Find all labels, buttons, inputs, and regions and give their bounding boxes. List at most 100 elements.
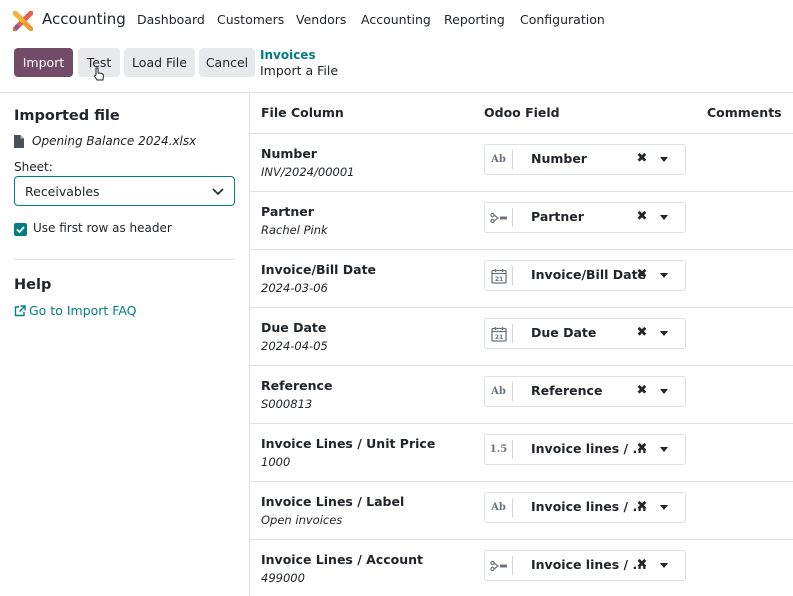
field-separator (512, 324, 513, 343)
odoo-field-select[interactable]: 1.5 Invoice lines / ... ✖ (484, 434, 686, 465)
float-icon: 1.5 (485, 435, 512, 464)
clear-icon[interactable]: ✖ (636, 499, 648, 514)
file-column-sample: S000813 (261, 397, 313, 411)
file-column-sample: Rachel Pink (261, 223, 328, 237)
field-separator (512, 150, 513, 169)
clear-icon[interactable]: ✖ (636, 325, 648, 340)
row-divider (250, 481, 793, 482)
odoo-field-label: Number (531, 151, 587, 166)
caret-down-icon[interactable] (660, 563, 668, 568)
caret-down-icon[interactable] (660, 331, 668, 336)
file-column-sample: 2024-03-06 (261, 281, 328, 295)
clear-icon[interactable]: ✖ (636, 383, 648, 398)
caret-down-icon[interactable] (660, 273, 668, 278)
breadcrumb-invoices[interactable]: Invoices (260, 48, 316, 62)
file-column-sample: 499000 (261, 571, 305, 585)
col-header-file-column: File Column (261, 105, 344, 120)
field-type-glyph: Ab (491, 154, 506, 165)
odoo-field-select[interactable]: Ab Reference ✖ (484, 376, 686, 407)
file-column-sample: 2024-04-05 (261, 339, 328, 353)
import-button[interactable]: Import (14, 48, 73, 77)
odoo-field-select[interactable]: 21 Invoice/Bill Date ✖ (484, 260, 686, 291)
odoo-field-label: Invoice lines / ... (531, 499, 647, 514)
use-header-label[interactable]: Use first row as header (33, 221, 172, 235)
menu-accounting[interactable]: Accounting (361, 12, 431, 27)
menu-customers[interactable]: Customers (217, 12, 284, 27)
relation-icon (485, 203, 512, 232)
sidebar-divider (249, 92, 250, 596)
use-header-checkbox[interactable] (14, 223, 27, 236)
odoo-field-label: Reference (531, 383, 603, 398)
calendar-icon: 21 (485, 261, 512, 290)
field-separator (512, 498, 513, 517)
menu-reporting[interactable]: Reporting (444, 12, 505, 27)
app-name[interactable]: Accounting (42, 10, 126, 28)
field-separator (512, 440, 513, 459)
relation-icon (485, 551, 512, 580)
caret-down-icon[interactable] (660, 447, 668, 452)
field-type-glyph: 1.5 (489, 444, 508, 455)
external-link-icon (14, 304, 26, 316)
field-type-glyph: Ab (491, 502, 506, 513)
sheet-select-value: Receivables (25, 184, 100, 199)
odoo-field-label: Invoice/Bill Date (531, 267, 647, 282)
menu-configuration[interactable]: Configuration (520, 12, 605, 27)
caret-down-icon[interactable] (660, 505, 668, 510)
load-file-button[interactable]: Load File (124, 48, 195, 77)
odoo-field-select[interactable]: Invoice lines / ... ✖ (484, 550, 686, 581)
text-ab-icon: Ab (485, 145, 512, 174)
row-divider (250, 307, 793, 308)
caret-down-icon[interactable] (660, 389, 668, 394)
caret-down-icon[interactable] (660, 157, 668, 162)
file-column-name: Partner (261, 204, 314, 219)
file-column-sample: 1000 (261, 455, 291, 469)
file-column-name: Reference (261, 378, 333, 393)
col-header-comments: Comments (707, 105, 782, 120)
clear-icon[interactable]: ✖ (636, 267, 648, 282)
row-divider (250, 191, 793, 192)
menu-dashboard[interactable]: Dashboard (137, 12, 205, 27)
calendar-day-text: 21 (494, 334, 502, 341)
cancel-button[interactable]: Cancel (199, 48, 255, 77)
odoo-field-select[interactable]: Ab Number ✖ (484, 144, 686, 175)
field-separator (512, 266, 513, 285)
odoo-field-label: Invoice lines / ... (531, 557, 647, 572)
header-divider (0, 92, 793, 93)
clear-icon[interactable]: ✖ (636, 209, 648, 224)
row-divider (250, 365, 793, 366)
file-column-name: Invoice Lines / Account (261, 552, 423, 567)
caret-down-icon[interactable] (660, 215, 668, 220)
menu-vendors[interactable]: Vendors (296, 12, 346, 27)
col-header-odoo-field: Odoo Field (484, 105, 560, 120)
file-column-name: Number (261, 146, 317, 161)
table-header-divider (250, 133, 793, 134)
sheet-label: Sheet: (14, 160, 53, 174)
file-column-name: Invoice Lines / Unit Price (261, 436, 436, 451)
clear-icon[interactable]: ✖ (636, 557, 648, 572)
row-divider (250, 539, 793, 540)
file-column-name: Due Date (261, 320, 327, 335)
top-navbar: Accounting Dashboard Customers Vendors A… (0, 0, 793, 40)
sidebar-section-divider (14, 259, 235, 260)
odoo-field-label: Due Date (531, 325, 597, 340)
help-title: Help (14, 277, 52, 293)
field-separator (512, 208, 513, 227)
field-type-glyph: Ab (491, 386, 506, 397)
odoo-field-select[interactable]: Ab Invoice lines / ... ✖ (484, 492, 686, 523)
breadcrumb-current: Import a File (260, 63, 339, 78)
sheet-select[interactable]: Receivables (14, 176, 235, 206)
text-ab-icon: Ab (485, 493, 512, 522)
calendar-icon: 21 (485, 319, 512, 348)
imported-file-name: Opening Balance 2024.xlsx (32, 134, 197, 148)
field-separator (512, 382, 513, 401)
clear-icon[interactable]: ✖ (636, 151, 648, 166)
odoo-accounting-logo-icon[interactable] (13, 11, 33, 31)
odoo-field-select[interactable]: 21 Due Date ✖ (484, 318, 686, 349)
calendar-day-text: 21 (494, 276, 502, 283)
import-faq-link-label: Go to Import FAQ (29, 303, 137, 318)
row-divider (250, 423, 793, 424)
odoo-field-select[interactable]: Partner ✖ (484, 202, 686, 233)
row-divider (250, 249, 793, 250)
clear-icon[interactable]: ✖ (636, 441, 648, 456)
import-faq-link[interactable]: Go to Import FAQ (14, 303, 137, 318)
